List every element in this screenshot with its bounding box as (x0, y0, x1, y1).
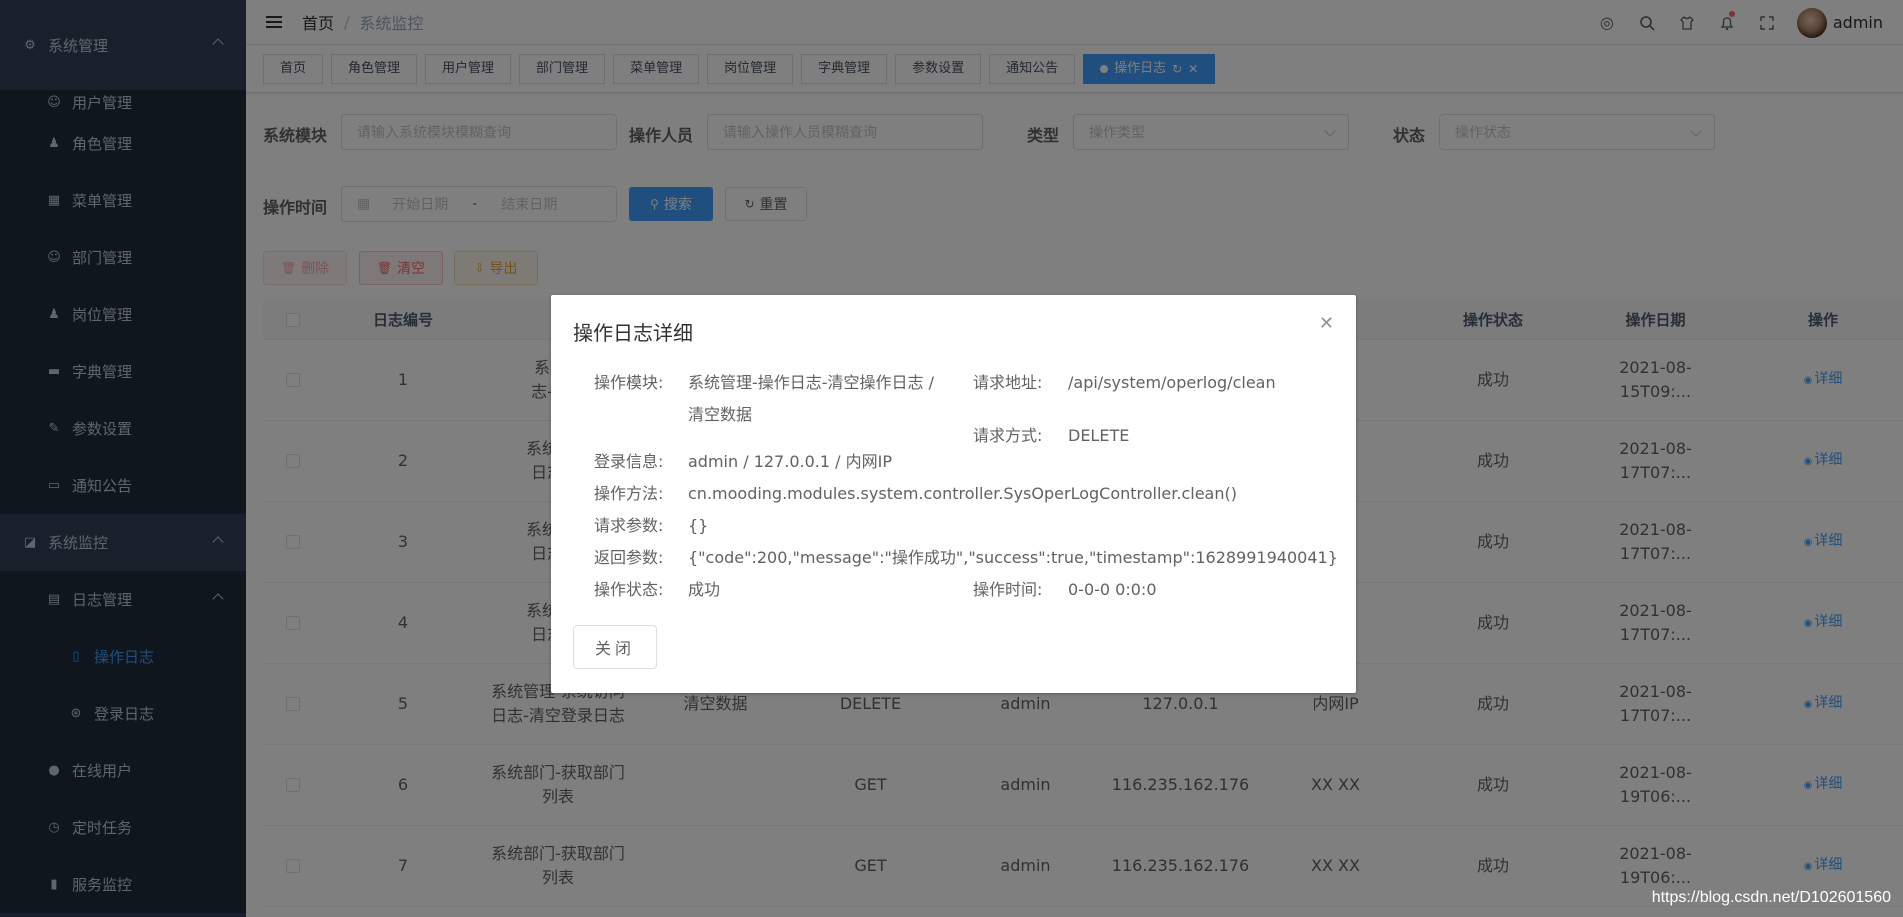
req-method-value: DELETE (1068, 426, 1130, 445)
result-key: 返回参数: (594, 548, 664, 567)
method-value: cn.mooding.modules.system.controller.Sys… (688, 484, 1237, 503)
method-key: 操作方法: (594, 484, 664, 503)
close-button[interactable]: 关闭 (573, 625, 657, 669)
module-value-line1: 系统管理-操作日志-清空操作日志 / (688, 373, 935, 392)
status-value: 成功 (688, 580, 721, 599)
time-value: 0-0-0 0:0:0 (1068, 580, 1157, 599)
time-key: 操作时间: (973, 580, 1043, 599)
login-key: 登录信息: (594, 452, 664, 471)
module-value-line2: 清空数据 (688, 405, 753, 424)
dialog-title: 操作日志详细 (573, 321, 693, 345)
param-value: {} (688, 516, 709, 535)
url-value: /api/system/operlog/clean (1068, 373, 1276, 392)
result-value: {"code":200,"message":"操作成功","success":t… (688, 548, 1338, 567)
oper-log-detail-dialog: 操作日志详细 ✕ 操作模块: 系统管理-操作日志-清空操作日志 / 清空数据 请… (551, 295, 1356, 693)
module-key: 操作模块: (594, 373, 664, 392)
watermark: https://blog.csdn.net/D102601560 (1651, 889, 1891, 906)
param-key: 请求参数: (594, 516, 664, 535)
url-key: 请求地址: (973, 373, 1043, 392)
login-value: admin / 127.0.0.1 / 内网IP (688, 452, 892, 471)
close-icon[interactable]: ✕ (1319, 313, 1334, 334)
module-value: 系统管理-操作日志-清空操作日志 / 清空数据 (688, 367, 958, 431)
status-key: 操作状态: (594, 580, 664, 599)
req-method-key: 请求方式: (973, 426, 1043, 445)
